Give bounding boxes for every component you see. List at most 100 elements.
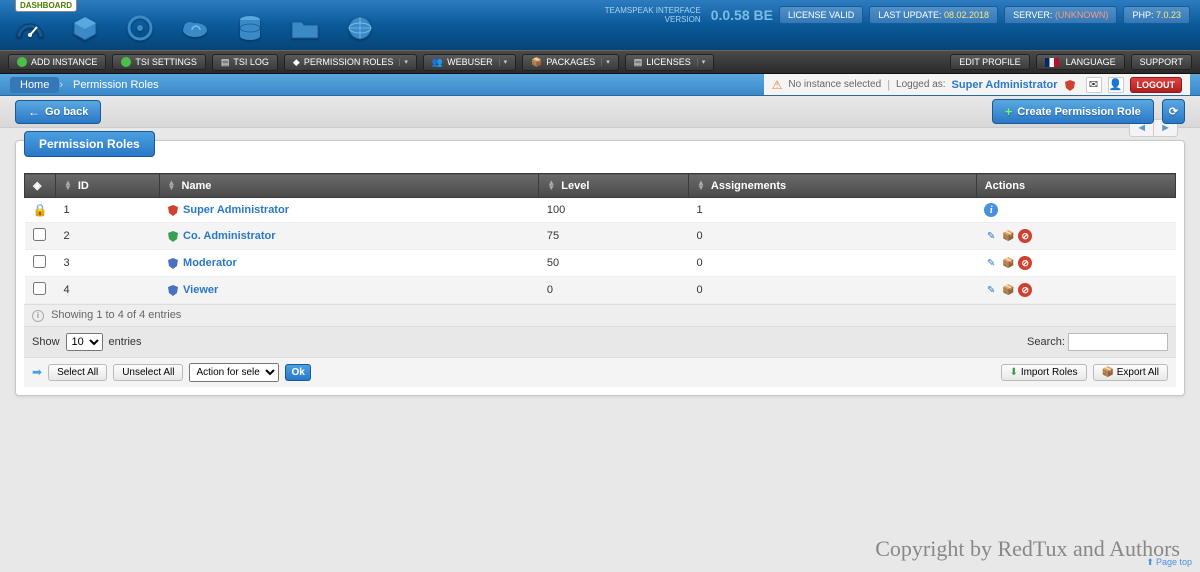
search-input[interactable] — [1068, 333, 1168, 351]
footer-copyright: Copyright by RedTux and Authors — [875, 536, 1180, 562]
go-back-button[interactable]: ←Go back — [15, 100, 101, 124]
bulk-ok-button[interactable]: Ok — [285, 364, 310, 381]
cell-level: 0 — [539, 277, 689, 304]
cube-icon[interactable] — [70, 13, 100, 43]
target-icon[interactable] — [125, 13, 155, 43]
flag-icon — [1045, 58, 1059, 67]
bulk-action-row: ➡ Select All Unselect All Action for sel… — [24, 357, 1176, 387]
breadcrumb-current[interactable]: Permission Roles — [63, 77, 169, 93]
packages-button[interactable]: 📦PACKAGES▾ — [522, 54, 619, 71]
role-name-link[interactable]: Co. Administrator — [183, 230, 276, 242]
row-checkbox[interactable] — [33, 228, 46, 241]
current-user[interactable]: Super Administrator — [952, 79, 1058, 91]
col-actions: Actions — [976, 174, 1175, 198]
info-icon: i — [32, 310, 44, 322]
row-checkbox[interactable] — [33, 282, 46, 295]
create-role-button[interactable]: +Create Permission Role — [992, 99, 1154, 124]
table-length-row: Show 10 entries Search: — [24, 326, 1176, 357]
cell-assign: 0 — [688, 223, 976, 250]
delete-action-icon[interactable]: ⊘ — [1018, 283, 1032, 297]
user-icon[interactable]: 👤 — [1108, 77, 1124, 93]
last-update-badge[interactable]: LAST UPDATE: 08.02.2018 — [869, 6, 998, 24]
assign-action-icon[interactable]: 📦 — [1001, 256, 1015, 270]
edit-action-icon[interactable]: ✎ — [984, 256, 998, 270]
export-all-button[interactable]: 📦 Export All — [1093, 364, 1168, 381]
role-name-link[interactable]: Super Administrator — [183, 204, 289, 216]
role-name-link[interactable]: Moderator — [183, 257, 237, 269]
delete-action-icon[interactable]: ⊘ — [1018, 229, 1032, 243]
panel-title: Permission Roles — [24, 131, 155, 157]
server-badge[interactable]: SERVER: (UNKNOWN) — [1004, 6, 1117, 24]
col-check[interactable]: ◈ — [25, 174, 56, 198]
no-instance-text: No instance selected — [788, 79, 881, 90]
dashboard-tab[interactable]: DASHBOARD — [15, 0, 77, 12]
tsi-settings-button[interactable]: TSI SETTINGS — [112, 54, 206, 70]
cell-id: 4 — [55, 277, 159, 304]
edit-profile-button[interactable]: EDIT PROFILE — [950, 54, 1029, 70]
licenses-button[interactable]: ▤LICENSES▾ — [625, 54, 715, 71]
product-name: TEAMSPEAK INTERFACE VERSION — [605, 6, 701, 24]
cell-id: 2 — [55, 223, 159, 250]
bulk-action-select[interactable]: Action for selected... — [189, 363, 279, 382]
tsi-log-button[interactable]: ▤TSI LOG — [212, 54, 278, 71]
version-number: 0.0.58 BE — [711, 7, 773, 23]
assign-action-icon[interactable]: 📦 — [1001, 229, 1015, 243]
support-button[interactable]: SUPPORT — [1131, 54, 1192, 70]
cloud-sync-icon[interactable] — [180, 13, 210, 43]
info-action-icon[interactable]: i — [984, 203, 998, 217]
cell-level: 50 — [539, 250, 689, 277]
mail-icon[interactable]: ✉ — [1086, 77, 1102, 93]
breadcrumb-bar: Home › Permission Roles ⚠ No instance se… — [0, 74, 1200, 96]
export-icon: 📦 — [1102, 367, 1114, 378]
webuser-button[interactable]: 👥WEBUSER▾ — [423, 54, 516, 71]
import-roles-button[interactable]: ⬇ Import Roles — [1001, 364, 1087, 381]
roles-table: ◈ ▲▼ID ▲▼Name ▲▼Level ▲▼Assignements Act… — [24, 173, 1176, 304]
table-row: 2Co. Administrator750✎📦⊘ — [25, 223, 1176, 250]
select-all-button[interactable]: Select All — [48, 364, 107, 381]
database-icon[interactable] — [235, 13, 265, 43]
lock-icon: 🔒 — [33, 203, 48, 217]
warning-icon: ⚠ — [772, 78, 783, 92]
license-badge[interactable]: LICENSE VALID — [779, 6, 863, 24]
edit-action-icon[interactable]: ✎ — [984, 283, 998, 297]
table-row: 3Moderator500✎📦⊘ — [25, 250, 1176, 277]
main-toolbar: ADD INSTANCE TSI SETTINGS ▤TSI LOG ◆PERM… — [0, 50, 1200, 74]
world-icon[interactable] — [345, 13, 375, 43]
edit-action-icon[interactable]: ✎ — [984, 229, 998, 243]
col-assign[interactable]: ▲▼Assignements — [688, 174, 976, 198]
php-badge[interactable]: PHP: 7.0.23 — [1123, 6, 1190, 24]
folder-icon[interactable] — [290, 13, 320, 43]
add-instance-button[interactable]: ADD INSTANCE — [8, 54, 106, 70]
col-name[interactable]: ▲▼Name — [159, 174, 539, 198]
logout-button[interactable]: LOGOUT — [1130, 77, 1183, 93]
role-shield-icon — [167, 204, 179, 216]
role-shield-icon — [167, 284, 179, 296]
top-header: DASHBOARD TEAMSPEAK INTERFACE VERSION 0.… — [0, 0, 1200, 50]
dashboard-gauge-icon[interactable] — [15, 13, 45, 43]
cell-id: 1 — [55, 198, 159, 223]
arrow-right-icon: ➡ — [32, 365, 42, 379]
page-actions: ←Go back +Create Permission Role ⟳ — [0, 96, 1200, 128]
breadcrumb-home[interactable]: Home — [10, 77, 59, 93]
col-id[interactable]: ▲▼ID — [55, 174, 159, 198]
user-shield-icon — [1064, 79, 1076, 91]
cell-level: 100 — [539, 198, 689, 223]
role-shield-icon — [167, 230, 179, 242]
unselect-all-button[interactable]: Unselect All — [113, 364, 183, 381]
refresh-button[interactable]: ⟳ — [1162, 99, 1185, 124]
table-row: 4Viewer00✎📦⊘ — [25, 277, 1176, 304]
table-row: 🔒1Super Administrator1001i — [25, 198, 1176, 223]
page-top-link[interactable]: Page top — [1146, 557, 1192, 568]
entries-select[interactable]: 10 — [66, 333, 103, 351]
assign-action-icon[interactable]: 📦 — [1001, 283, 1015, 297]
delete-action-icon[interactable]: ⊘ — [1018, 256, 1032, 270]
row-checkbox[interactable] — [33, 255, 46, 268]
search-label: Search: — [1027, 336, 1065, 348]
permission-roles-button[interactable]: ◆PERMISSION ROLES▾ — [284, 54, 417, 71]
col-level[interactable]: ▲▼Level — [539, 174, 689, 198]
table-info-bar: i Showing 1 to 4 of 4 entries — [24, 304, 1176, 326]
language-button[interactable]: LANGUAGE — [1036, 54, 1125, 70]
role-name-link[interactable]: Viewer — [183, 284, 218, 296]
show-label: Show — [32, 336, 60, 348]
refresh-icon: ⟳ — [1169, 105, 1178, 118]
